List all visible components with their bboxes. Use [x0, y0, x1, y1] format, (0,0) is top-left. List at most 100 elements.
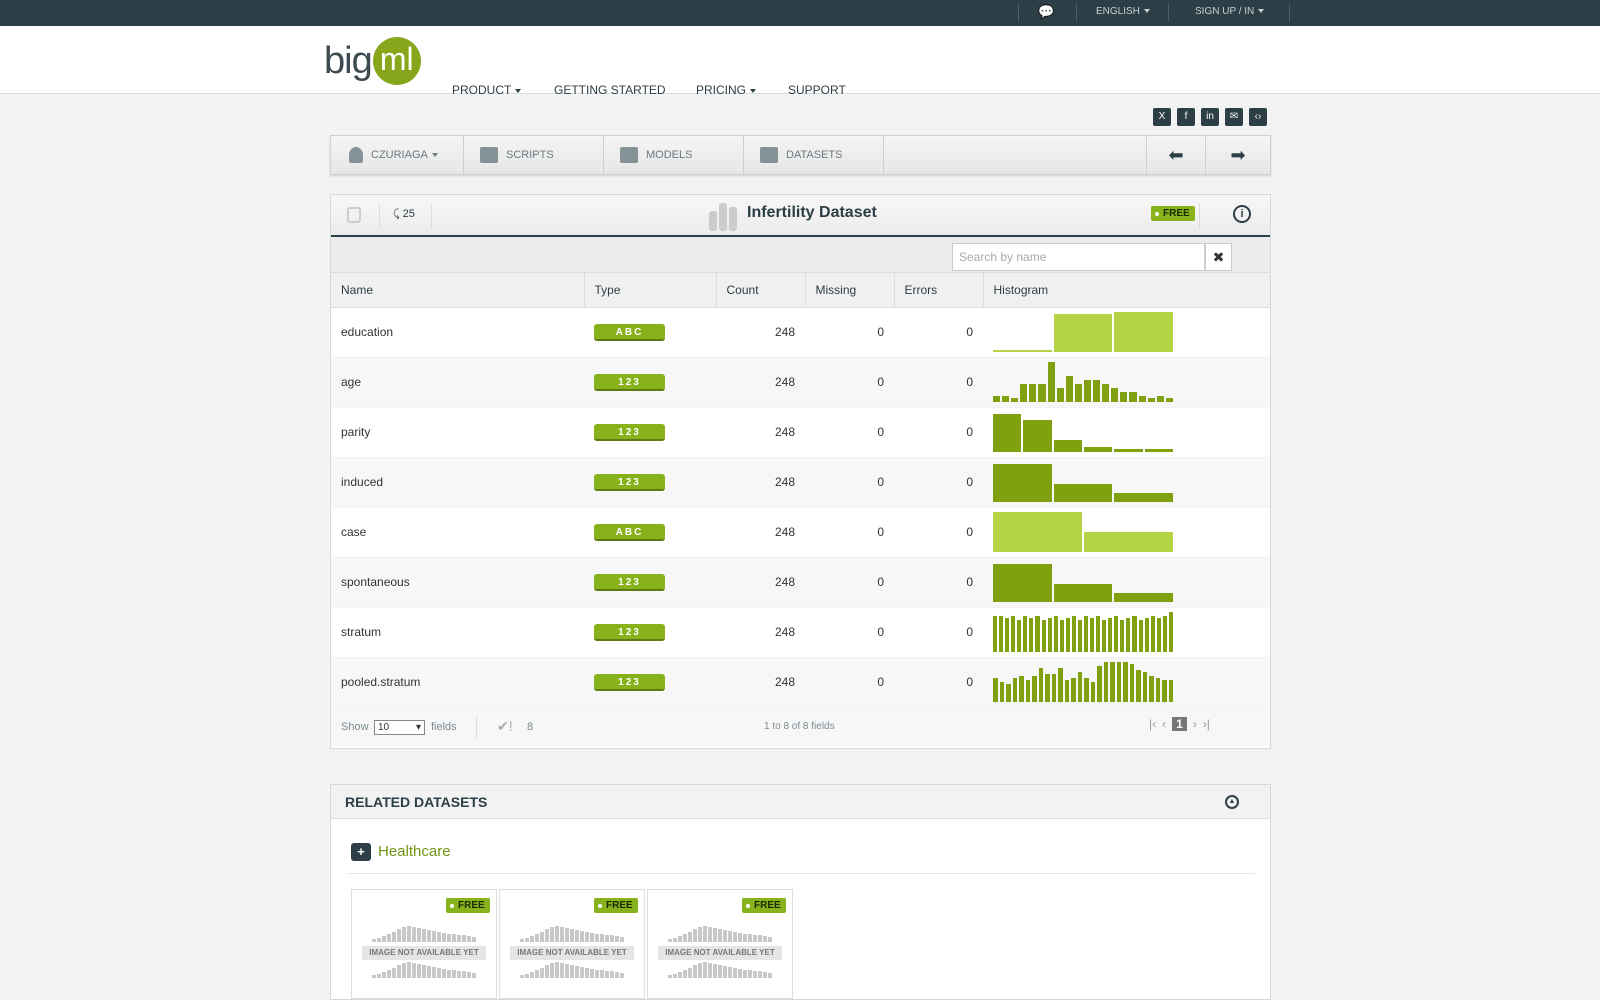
field-name[interactable]: education: [331, 307, 584, 358]
field-histogram[interactable]: [983, 357, 1270, 408]
panel-header: ⤹ 25 Infertility Dataset FREE i: [331, 195, 1270, 237]
sparkline-bar: [728, 967, 732, 978]
language-menu[interactable]: ENGLISH: [1096, 0, 1150, 26]
nav-getting-started[interactable]: GETTING STARTED: [554, 83, 666, 97]
signup-menu[interactable]: SIGN UP / IN: [1195, 0, 1265, 26]
field-histogram[interactable]: [983, 457, 1270, 508]
nav-pricing[interactable]: PRICING: [696, 83, 757, 97]
sparkline-bar: [595, 970, 599, 978]
type-badge: 123: [594, 673, 665, 691]
histogram-bar: [1144, 618, 1149, 652]
table-row[interactable]: parity 123 248 0 0: [331, 407, 1270, 458]
user-menu[interactable]: CZURIAGA: [331, 136, 464, 174]
field-name[interactable]: pooled.stratum: [331, 657, 584, 708]
field-name[interactable]: stratum: [331, 607, 584, 658]
sparkline-bar: [422, 929, 426, 942]
field-histogram[interactable]: [983, 657, 1270, 708]
search-input[interactable]: Search by name: [952, 243, 1205, 271]
sparkline-bar: [610, 935, 614, 942]
nav-support[interactable]: SUPPORT: [788, 83, 846, 97]
field-histogram[interactable]: [983, 307, 1270, 358]
field-name[interactable]: case: [331, 507, 584, 558]
field-missing: 0: [805, 507, 894, 558]
sparkline-bar: [432, 931, 436, 942]
histogram-bar: [1168, 680, 1173, 702]
related-dataset-card[interactable]: FREE IMAGE NOT AVAILABLE YET: [351, 889, 497, 999]
facebook-icon[interactable]: f: [1177, 108, 1195, 126]
datasets-tab[interactable]: DATASETS: [744, 136, 884, 174]
histogram-bar: [993, 616, 998, 652]
chat-icon[interactable]: 💬: [1038, 0, 1054, 26]
bigml-logo[interactable]: big ml: [324, 37, 421, 85]
table-row[interactable]: spontaneous 123 248 0 0: [331, 557, 1270, 608]
current-page[interactable]: 1: [1172, 716, 1187, 731]
field-histogram[interactable]: [983, 407, 1270, 458]
table-row[interactable]: induced 123 248 0 0: [331, 457, 1270, 508]
field-missing: 0: [805, 457, 894, 508]
histogram-bar: [993, 512, 1082, 552]
sparkline-bar: [402, 927, 406, 942]
table-row[interactable]: education ABC 248 0 0: [331, 307, 1270, 358]
field-type: 123: [584, 357, 716, 408]
related-dataset-card[interactable]: FREE IMAGE NOT AVAILABLE YET: [499, 889, 645, 999]
related-dataset-card[interactable]: FREE IMAGE NOT AVAILABLE YET: [647, 889, 793, 999]
next-page-icon[interactable]: ›: [1193, 717, 1197, 731]
sparkline-bar: [467, 972, 471, 978]
column-header-type[interactable]: Type: [584, 273, 717, 308]
related-datasets: RELATED DATASETS ▲ + Healthcare FREE IMA…: [330, 784, 1271, 1000]
histogram-bar: [1012, 678, 1017, 702]
info-icon[interactable]: i: [1233, 205, 1251, 223]
table-row[interactable]: stratum 123 248 0 0: [331, 607, 1270, 658]
first-page-icon[interactable]: |‹: [1149, 717, 1156, 731]
histogram-bar: [1132, 616, 1137, 652]
scripts-tab[interactable]: SCRIPTS: [464, 136, 604, 174]
lock-icon[interactable]: [347, 207, 361, 223]
table-row[interactable]: case ABC 248 0 0: [331, 507, 1270, 558]
email-icon[interactable]: ✉: [1225, 108, 1243, 126]
field-histogram[interactable]: [983, 557, 1270, 608]
pagination-range: 1 to 8 of 8 fields: [764, 720, 835, 732]
embed-icon[interactable]: ‹›: [1249, 108, 1267, 126]
field-histogram[interactable]: [983, 607, 1270, 658]
category-link[interactable]: Healthcare: [378, 843, 451, 860]
sparkline-bar: [615, 936, 619, 942]
back-arrow-icon[interactable]: ⬅: [1146, 136, 1206, 174]
sparkline-bar: [668, 939, 672, 942]
last-page-icon[interactable]: ›|: [1203, 717, 1210, 731]
histogram-bar: [1077, 672, 1082, 702]
warnings-icon[interactable]: ✔!: [497, 718, 513, 735]
sparkline-bar: [520, 939, 524, 942]
column-header-name[interactable]: Name: [331, 273, 585, 308]
clear-search-icon[interactable]: ✖: [1205, 243, 1232, 271]
sparkline-bar: [688, 932, 692, 942]
models-tab[interactable]: MODELS: [604, 136, 744, 174]
histogram-bar: [1041, 620, 1046, 652]
page-size-select[interactable]: 10 ▾: [374, 719, 425, 735]
field-name[interactable]: spontaneous: [331, 557, 584, 608]
sparkline-bar: [713, 964, 717, 978]
pagination: |‹ ‹ 1 › ›|: [1149, 716, 1210, 731]
column-header-count[interactable]: Count: [716, 273, 806, 308]
sparkline-bar: [718, 929, 722, 942]
field-name[interactable]: induced: [331, 457, 584, 508]
forward-arrow-icon[interactable]: ➡: [1206, 136, 1270, 174]
column-header-missing[interactable]: Missing: [805, 273, 895, 308]
sparkline-bar: [462, 971, 466, 978]
field-type: 123: [584, 457, 716, 508]
field-histogram[interactable]: [983, 507, 1270, 558]
histogram-bar: [1090, 682, 1095, 702]
histogram-bar: [1074, 384, 1082, 402]
histogram-bar: [1083, 616, 1088, 652]
table-row[interactable]: age 123 248 0 0: [331, 357, 1270, 408]
collapse-icon[interactable]: ▲: [1225, 795, 1239, 809]
x-icon[interactable]: X: [1153, 108, 1171, 126]
linkedin-icon[interactable]: in: [1201, 108, 1219, 126]
nav-product[interactable]: PRODUCT: [452, 83, 522, 97]
table-row[interactable]: pooled.stratum 123 248 0 0: [331, 657, 1270, 708]
field-name[interactable]: age: [331, 357, 584, 408]
sparkline-bar: [728, 931, 732, 942]
prev-page-icon[interactable]: ‹: [1162, 717, 1166, 731]
column-header-errors[interactable]: Errors: [894, 273, 984, 308]
histogram: [993, 312, 1174, 352]
field-name[interactable]: parity: [331, 407, 584, 458]
